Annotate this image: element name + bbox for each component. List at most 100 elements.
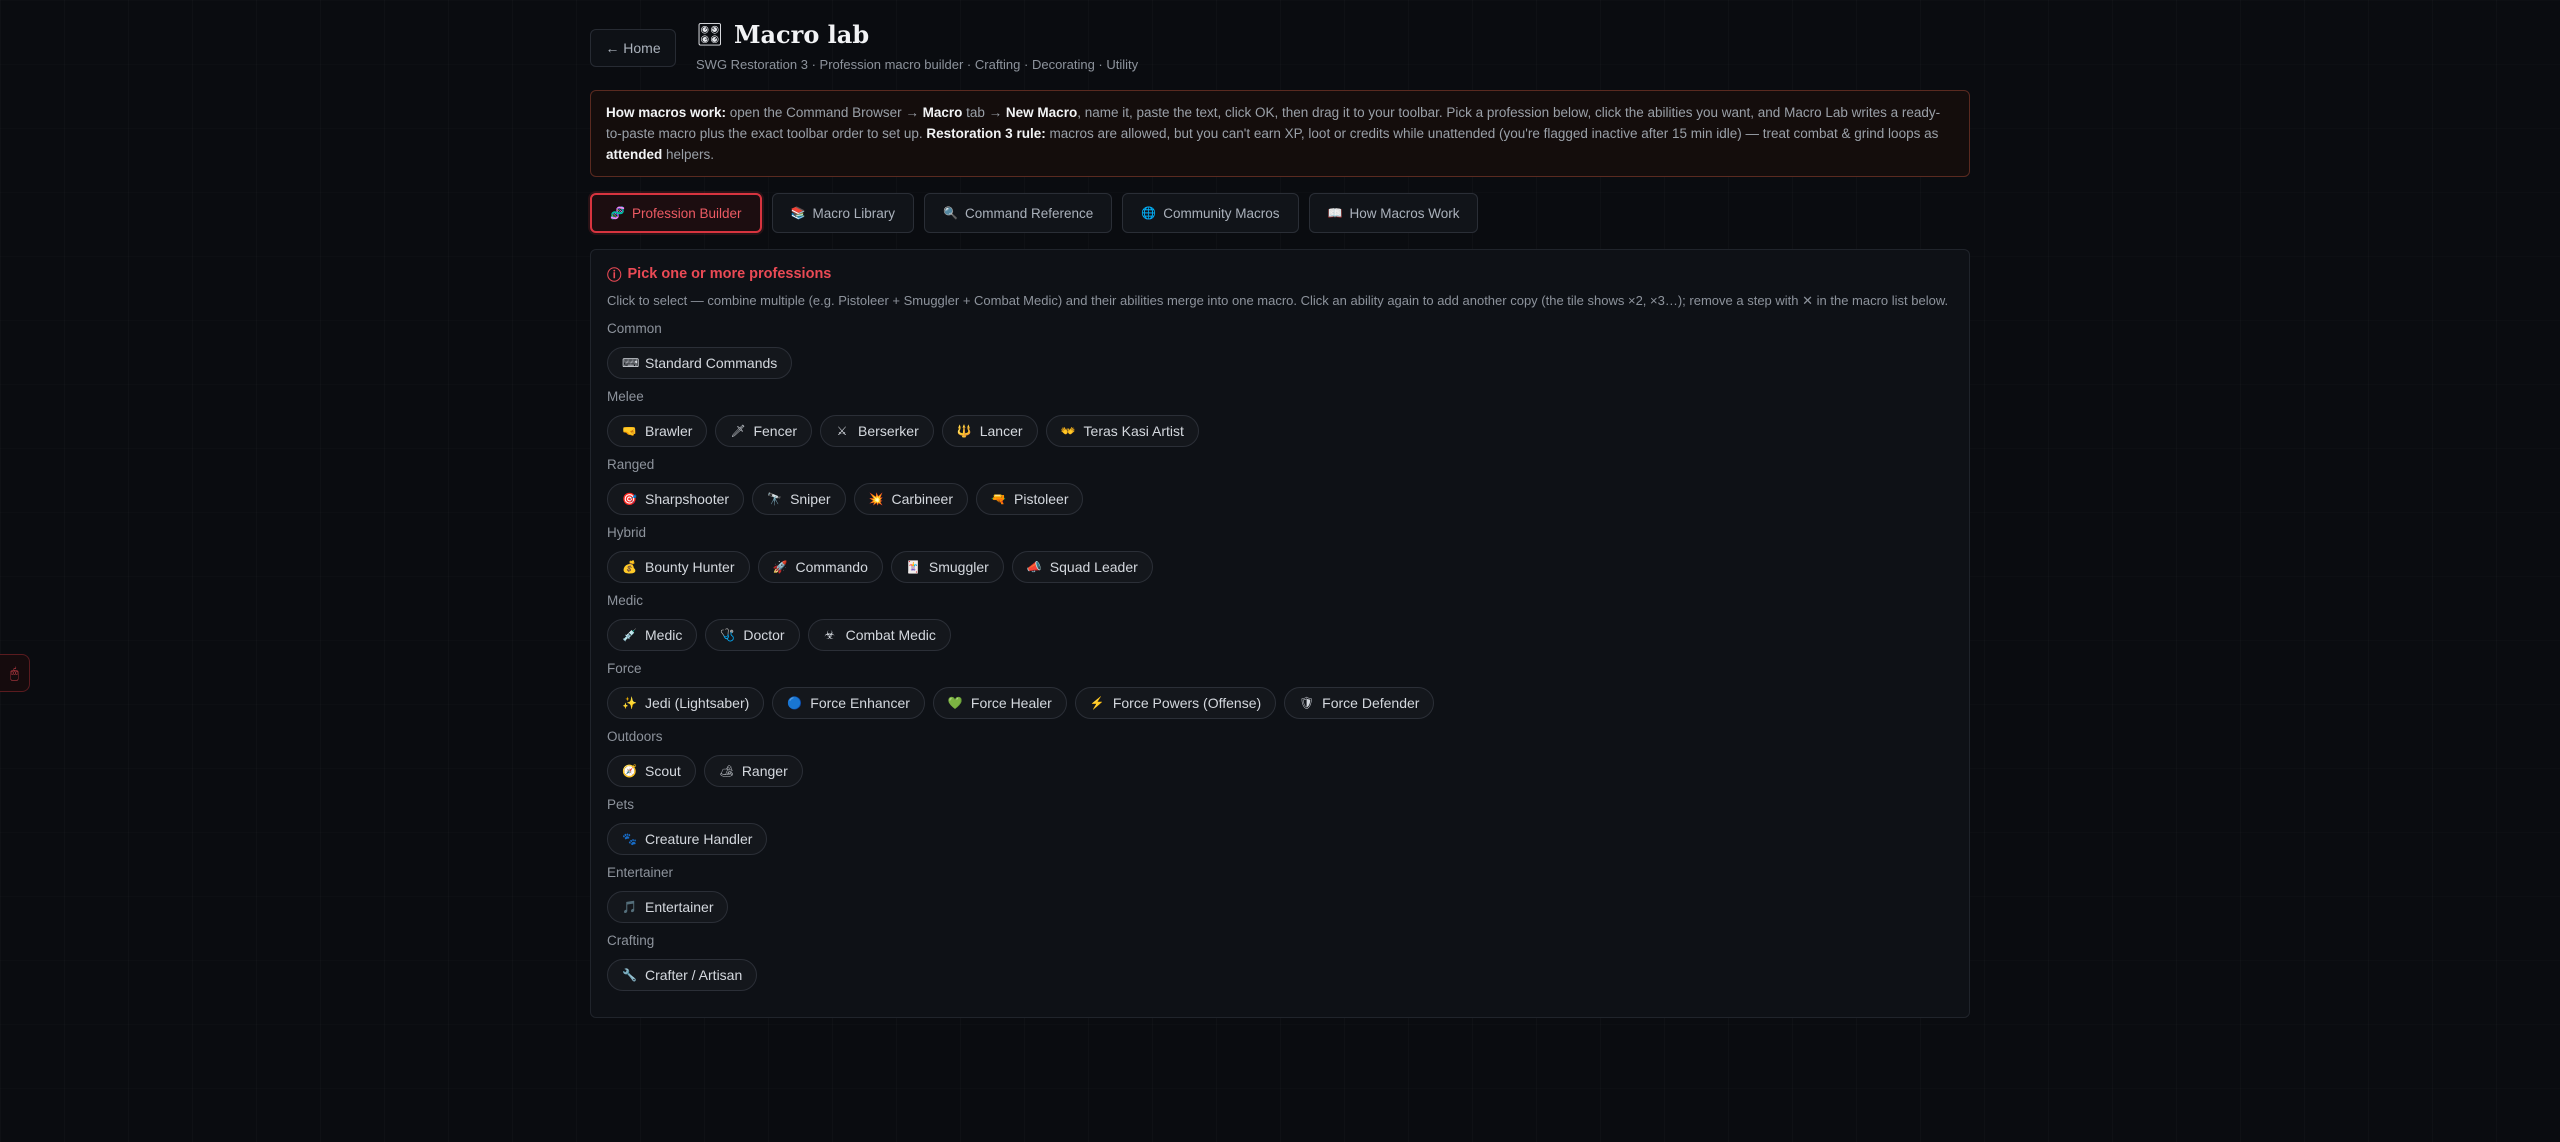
paw-icon: 🐾 [622, 832, 637, 846]
selection-warning: ⓘ Pick one or more professions [607, 264, 1953, 284]
tab-command-reference[interactable]: 🔍 Command Reference [924, 193, 1113, 233]
profession-chip-entertainer[interactable]: 🎵 Entertainer [607, 891, 729, 923]
selection-hint: Click to select — combine multiple (e.g.… [607, 293, 1949, 308]
crossed-swords-icon: ⚔ [836, 424, 848, 438]
chip-row-pets: 🐾 Creature Handler [607, 823, 1953, 855]
syringe-icon: 💉 [622, 628, 637, 642]
chip-row-crafting: 🔧 Crafter / Artisan [607, 959, 1953, 991]
profession-label: Sharpshooter [645, 491, 730, 507]
tab-label: Command Reference [964, 205, 1094, 221]
profession-label: Bounty Hunter [645, 559, 735, 575]
open-hands-icon: 👐 [1060, 424, 1076, 438]
lightning-icon: ⚡ [1089, 696, 1105, 710]
profession-label: Medic [645, 627, 683, 643]
chip-row-common: ⌨ Standard Commands [607, 347, 1953, 379]
profession-label: Doctor [743, 627, 785, 643]
profession-chip-force-enhancer[interactable]: 🔵 Force Enhancer [772, 687, 925, 719]
chip-row-melee: 🤜 Brawler 🗡 Fencer ⚔ Berserker 🔱 Lancer 👐 Teras K… [607, 415, 1953, 447]
profession-label: Scout [645, 763, 681, 779]
profession-chip-sniper[interactable]: 🔭 Sniper [752, 483, 846, 515]
wrench-icon: 🔧 [622, 968, 637, 982]
profession-chip-brawler[interactable]: 🤜 Brawler [607, 415, 708, 447]
group-label-common: Common [607, 321, 662, 336]
profession-label: Carbineer [891, 491, 954, 507]
profession-label: Commando [795, 559, 868, 575]
profession-chip-smuggler[interactable]: 🃏 Smuggler [890, 551, 1004, 583]
page-title: Macro lab [733, 20, 870, 49]
profession-chip-force-powers-offense[interactable]: ⚡ Force Powers (Offense) [1074, 687, 1277, 719]
mouse-icon: 🖱 [10, 664, 19, 681]
chip-row-entertainer: 🎵 Entertainer [607, 891, 1953, 923]
notice-text: macros are allowed, but you can't earn X… [1045, 126, 1939, 141]
profession-chip-creature-handler[interactable]: 🐾 Creature Handler [607, 823, 768, 855]
dna-icon: 🧬 [610, 206, 625, 220]
profession-chip-force-healer[interactable]: 💚 Force Healer [932, 687, 1067, 719]
group-label-entertainer: Entertainer [607, 865, 674, 880]
megaphone-icon: 📣 [1026, 560, 1042, 574]
notice-macro: Macro [922, 105, 963, 120]
tab-community-macros[interactable]: 🌐 Community Macros [1122, 193, 1299, 233]
rocket-icon: 🚀 [772, 560, 788, 574]
keyboard-icon: ⌨ [622, 356, 640, 370]
profession-chip-scout[interactable]: 🧭 Scout [607, 755, 696, 787]
notice-text: tab → [962, 105, 1006, 120]
fist-icon: 🤜 [622, 424, 637, 438]
profession-chip-doctor[interactable]: 🩺 Doctor [705, 619, 800, 651]
chip-row-outdoors: 🧭 Scout 🏕 Ranger [607, 755, 1953, 787]
card-icon: 🃏 [905, 560, 921, 574]
profession-label: Ranger [741, 763, 788, 779]
profession-label: Smuggler [928, 559, 989, 575]
profession-label: Force Powers (Offense) [1112, 695, 1262, 711]
profession-chip-berserker[interactable]: ⚔ Berserker [820, 415, 934, 447]
profession-chip-teras-kasi-artist[interactable]: 👐 Teras Kasi Artist [1045, 415, 1199, 447]
camping-icon: 🏕 [718, 764, 735, 778]
profession-chip-sharpshooter[interactable]: 🎯 Sharpshooter [607, 483, 745, 515]
group-label-hybrid: Hybrid [607, 525, 647, 540]
profession-chip-carbineer[interactable]: 💥 Carbineer [853, 483, 969, 515]
profession-label: Jedi (Lightsaber) [645, 695, 750, 711]
info-circle-icon: ⓘ [607, 267, 622, 284]
home-button[interactable]: ← Home [590, 29, 676, 67]
profession-chip-ranger[interactable]: 🏕 Ranger [703, 755, 803, 787]
pistol-icon: 🔫 [991, 492, 1006, 506]
tab-label: How Macros Work [1349, 205, 1460, 221]
profession-chip-crafter-artisan[interactable]: 🔧 Crafter / Artisan [607, 959, 758, 991]
sparkles-icon: ✨ [622, 696, 637, 710]
profession-chip-medic[interactable]: 💉 Medic [607, 619, 698, 651]
tab-how-macros-work[interactable]: 📖 How Macros Work [1308, 193, 1479, 233]
tab-profession-builder[interactable]: 🧬 Profession Builder [590, 193, 762, 233]
info-notice: How macros work: open the Command Browse… [590, 90, 1970, 177]
profession-label: Squad Leader [1049, 559, 1138, 575]
side-panel-toggle[interactable]: 🖱 [0, 654, 30, 692]
profession-label: Teras Kasi Artist [1083, 423, 1184, 439]
tab-macro-library[interactable]: 📚 Macro Library [771, 193, 914, 233]
page-header: ← Home 🎛 Macro lab SWG Restoration 3 · P… [590, 0, 1970, 86]
tab-label: Profession Builder [631, 205, 742, 221]
blue-circle-icon: 🔵 [787, 696, 803, 710]
music-note-icon: 🎵 [622, 900, 637, 914]
chip-row-hybrid: 💰 Bounty Hunter 🚀 Commando 🃏 Smuggler 📣 Squad L… [607, 551, 1953, 583]
telescope-icon: 🔭 [767, 492, 783, 506]
profession-chip-combat-medic[interactable]: ☣ Combat Medic [807, 619, 951, 651]
profession-chip-pistoleer[interactable]: 🔫 Pistoleer [976, 483, 1084, 515]
group-label-force: Force [607, 661, 642, 676]
profession-chip-fencer[interactable]: 🗡 Fencer [715, 415, 813, 447]
notice-heading: How macros work: [606, 105, 727, 120]
profession-chip-force-defender[interactable]: 🛡 Force Defender [1284, 687, 1435, 719]
notice-new-macro: New Macro [1005, 105, 1078, 120]
profession-chip-jedi-lightsaber[interactable]: ✨ Jedi (Lightsaber) [607, 687, 765, 719]
search-icon: 🔍 [943, 206, 958, 220]
target-icon: 🎯 [622, 492, 637, 506]
dagger-icon: 🗡 [730, 424, 746, 438]
profession-chip-commando[interactable]: 🚀 Commando [757, 551, 883, 583]
chip-row-force: ✨ Jedi (Lightsaber) 🔵 Force Enhancer 💚 Force … [607, 687, 1953, 719]
profession-chip-standard-commands[interactable]: ⌨ Standard Commands [607, 347, 793, 379]
biohazard-icon: ☣ [824, 628, 835, 642]
profession-label: Force Defender [1322, 695, 1420, 711]
profession-label: Entertainer [645, 899, 714, 915]
profession-chip-lancer[interactable]: 🔱 Lancer [941, 415, 1038, 447]
profession-chip-bounty-hunter[interactable]: 💰 Bounty Hunter [607, 551, 750, 583]
notice-attended: attended [606, 147, 663, 162]
trident-icon: 🔱 [956, 424, 972, 438]
profession-chip-squad-leader[interactable]: 📣 Squad Leader [1011, 551, 1153, 583]
